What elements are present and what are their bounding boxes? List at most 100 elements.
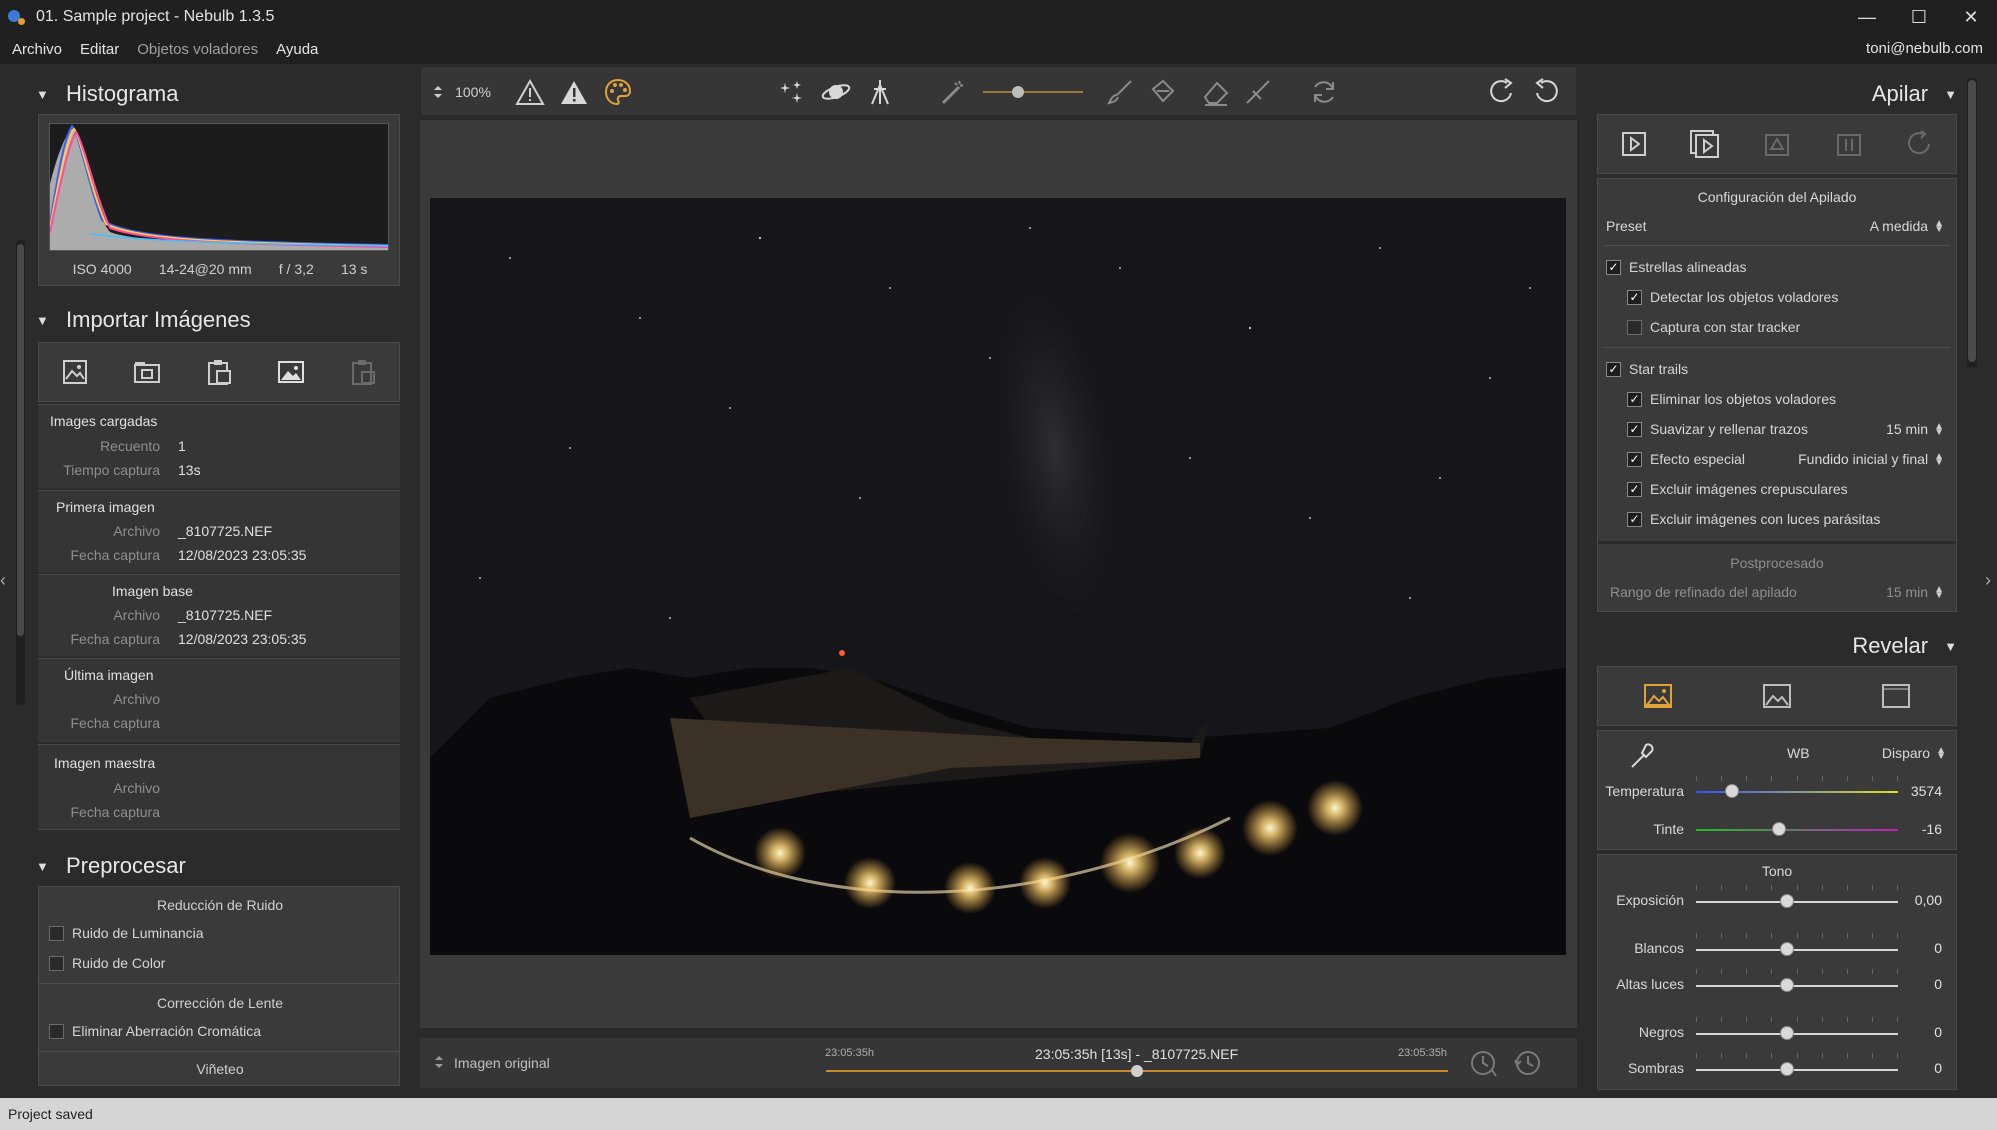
detect-flying-checkbox[interactable]: ✓	[1627, 289, 1642, 305]
refine-select[interactable]: 15 min ▲ ▼	[1886, 584, 1944, 601]
brush-size-knob[interactable]	[1012, 86, 1024, 98]
whites-knob[interactable]	[1780, 942, 1794, 956]
view-mode-stepper-icon[interactable]	[434, 1054, 444, 1074]
color-noise-checkbox[interactable]	[49, 955, 64, 971]
develop-header[interactable]: Revelar ▼	[1852, 628, 1957, 664]
wb-select[interactable]: Disparo ▲ ▼	[1882, 745, 1946, 762]
effect-select[interactable]: Fundido inicial y final ▲ ▼	[1798, 451, 1944, 468]
history-clock-icon[interactable]	[1468, 1048, 1500, 1082]
remove-flying-option[interactable]: ✓ Eliminar los objetos voladores	[1627, 391, 1836, 407]
shadows-knob[interactable]	[1780, 1062, 1794, 1076]
brush-icon[interactable]	[1103, 77, 1137, 107]
effect-option[interactable]: ✓ Efecto especial	[1627, 451, 1745, 467]
fill-bucket-icon[interactable]	[1145, 77, 1179, 107]
menu-editar[interactable]: Editar	[80, 41, 119, 58]
menu-objetos-voladores[interactable]: Objetos voladores	[137, 41, 258, 58]
stack-play-icon[interactable]	[1617, 127, 1651, 161]
effect-checkbox[interactable]: ✓	[1627, 451, 1642, 467]
color-palette-icon[interactable]	[601, 77, 635, 107]
develop-frame-icon[interactable]	[1879, 679, 1913, 713]
stack-reset-icon[interactable]	[1903, 127, 1937, 161]
histogram-header[interactable]: ▼ Histograma	[36, 76, 178, 112]
smooth-option[interactable]: ✓ Suavizar y rellenar trazos	[1627, 421, 1808, 437]
close-button[interactable]: ✕	[1945, 0, 1997, 34]
whites-track[interactable]	[1696, 949, 1898, 951]
preset-select[interactable]: A medida ▲ ▼	[1870, 218, 1944, 235]
import-images-icon[interactable]	[58, 355, 92, 389]
exposure-knob[interactable]	[1780, 894, 1794, 908]
star-trails-option[interactable]: ✓ Star trails	[1606, 361, 1688, 377]
color-noise-option[interactable]: Ruido de Color	[49, 955, 165, 971]
exposure-track[interactable]	[1696, 901, 1898, 903]
import-clipboard-icon[interactable]	[202, 355, 236, 389]
detect-flying-option[interactable]: ✓ Detectar los objetos voladores	[1627, 289, 1838, 305]
minimize-button[interactable]: —	[1841, 0, 1893, 34]
planet-icon[interactable]	[819, 77, 853, 107]
brush-size-slider[interactable]	[983, 77, 1083, 107]
collapse-triangle-icon[interactable]: ▼	[36, 87, 66, 102]
highlights-track[interactable]	[1696, 985, 1898, 987]
preprocess-header[interactable]: ▼ Preprocesar	[36, 848, 186, 884]
broom-icon[interactable]	[1241, 77, 1275, 107]
import-header[interactable]: ▼ Importar Imágenes	[36, 302, 251, 338]
import-folder-icon[interactable]	[130, 355, 164, 389]
collapse-triangle-icon[interactable]: ▼	[1944, 639, 1957, 654]
stars-icon[interactable]	[775, 77, 809, 107]
aligned-stars-option[interactable]: ✓ Estrellas alineadas	[1606, 259, 1747, 275]
temperature-knob[interactable]	[1725, 784, 1740, 798]
star-trails-checkbox[interactable]: ✓	[1606, 361, 1621, 377]
collapse-triangle-icon[interactable]: ▼	[36, 859, 66, 874]
collapse-triangle-icon[interactable]: ▼	[1944, 87, 1957, 102]
zoom-stepper-icon[interactable]	[431, 77, 445, 107]
view-mode-label[interactable]: Imagen original	[454, 1055, 550, 1071]
menu-ayuda[interactable]: Ayuda	[276, 41, 318, 58]
left-scrollbar-thumb[interactable]	[17, 244, 24, 636]
tint-knob[interactable]	[1771, 822, 1786, 836]
eyedropper-icon[interactable]	[1628, 741, 1658, 775]
landscape-tower-icon[interactable]	[863, 77, 897, 107]
highlights-knob[interactable]	[1780, 978, 1794, 992]
user-account[interactable]: toni@nebulb.com	[1866, 40, 1983, 57]
stack-landscape-icon[interactable]	[1760, 127, 1794, 161]
eraser-icon[interactable]	[1199, 77, 1233, 107]
exclude-twilight-checkbox[interactable]: ✓	[1627, 481, 1642, 497]
collapse-triangle-icon[interactable]: ▼	[36, 313, 66, 328]
collapse-left-icon[interactable]: ‹	[0, 570, 12, 592]
collapse-right-icon[interactable]: ›	[1985, 570, 1991, 591]
warning-outline-icon[interactable]	[513, 77, 547, 107]
left-scrollbar[interactable]	[16, 240, 25, 705]
warning-filled-icon[interactable]	[557, 77, 591, 107]
redo-icon[interactable]	[1485, 77, 1519, 107]
master-image-icon[interactable]	[274, 355, 308, 389]
history-back-icon[interactable]	[1512, 1048, 1544, 1082]
main-photo[interactable]	[430, 198, 1566, 955]
zoom-level[interactable]: 100%	[453, 77, 493, 107]
menu-archivo[interactable]: Archivo	[12, 41, 62, 58]
aligned-stars-checkbox[interactable]: ✓	[1606, 259, 1621, 275]
stack-pause-icon[interactable]	[1832, 127, 1866, 161]
shadows-track[interactable]	[1696, 1069, 1898, 1071]
refresh-icon[interactable]	[1307, 77, 1341, 107]
timeline-knob[interactable]	[1131, 1065, 1143, 1077]
star-tracker-option[interactable]: Captura con star tracker	[1627, 319, 1800, 335]
chromatic-option[interactable]: Eliminar Aberración Cromática	[49, 1023, 261, 1039]
luminance-noise-option[interactable]: Ruido de Luminancia	[49, 925, 204, 941]
blacks-knob[interactable]	[1780, 1026, 1794, 1040]
star-tracker-checkbox[interactable]	[1627, 319, 1642, 335]
right-scrollbar[interactable]	[1967, 78, 1977, 368]
develop-image-icon[interactable]	[1641, 679, 1675, 713]
right-scrollbar-thumb[interactable]	[1968, 80, 1976, 362]
smooth-checkbox[interactable]: ✓	[1627, 421, 1642, 437]
luminance-checkbox[interactable]	[49, 925, 64, 941]
exclude-twilight-option[interactable]: ✓ Excluir imágenes crepusculares	[1627, 481, 1848, 497]
exclude-lights-checkbox[interactable]: ✓	[1627, 511, 1642, 527]
tint-track[interactable]	[1696, 829, 1898, 831]
chromatic-checkbox[interactable]	[49, 1023, 64, 1039]
undo-icon[interactable]	[1529, 77, 1563, 107]
blacks-track[interactable]	[1696, 1033, 1898, 1035]
remove-flying-checkbox[interactable]: ✓	[1627, 391, 1642, 407]
smooth-select[interactable]: 15 min ▲ ▼	[1886, 421, 1944, 438]
stack-all-icon[interactable]	[1688, 127, 1722, 161]
exclude-lights-option[interactable]: ✓ Excluir imágenes con luces parásitas	[1627, 511, 1880, 527]
magic-wand-icon[interactable]	[935, 77, 969, 107]
